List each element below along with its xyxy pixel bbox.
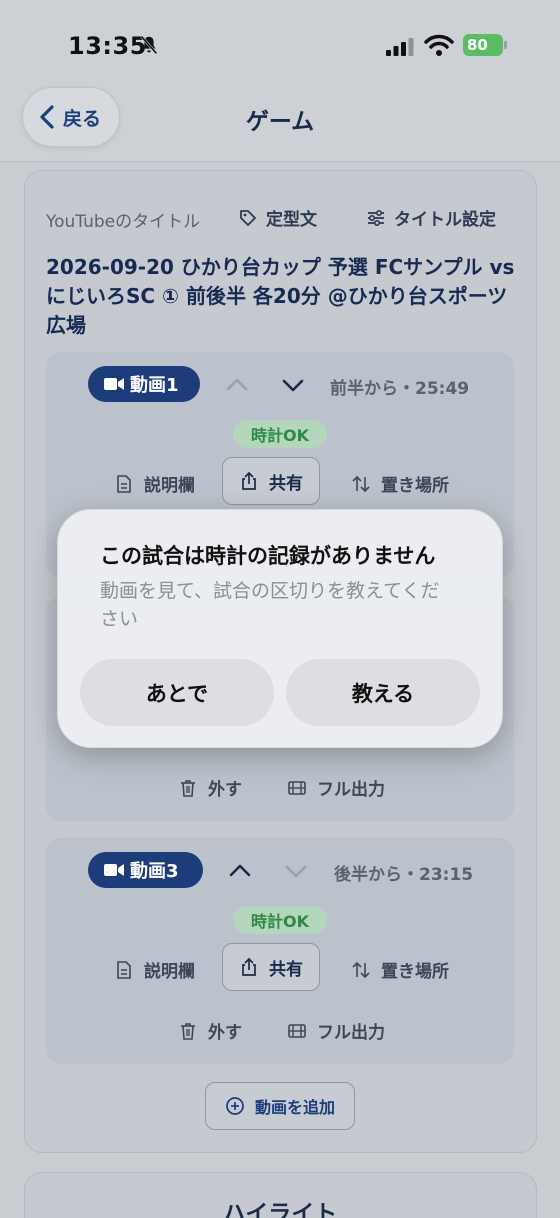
nav-bar: 戻る ゲーム [0, 84, 560, 162]
title-settings-button[interactable]: タイトル設定 [366, 205, 496, 230]
youtube-title-text: 2026-09-20 ひかり台カップ 予選 FCサンプル vs にじいろSC ①… [46, 255, 515, 337]
template-label: 定型文 [266, 210, 317, 230]
trash-icon [181, 1022, 195, 1040]
battery-level: 80 [467, 36, 488, 54]
video-3-remove-button[interactable]: 外す [178, 1018, 242, 1043]
sort-arrows-icon [352, 961, 370, 978]
dialog-title: この試合は時計の記録がありません [100, 544, 436, 568]
video-1-clock-status: 時計OK [233, 420, 327, 448]
wifi-icon [424, 34, 454, 56]
video-3-description-button[interactable]: 説明欄 [114, 957, 195, 982]
video-1-time: 前半から・25:49 [330, 379, 470, 399]
status-time: 13:35 [68, 32, 147, 60]
video-3-full-export-label: フル出力 [317, 1023, 385, 1043]
chevron-down-icon[interactable] [283, 858, 309, 884]
video-3-clock-status: 時計OK [233, 906, 327, 934]
chevron-up-icon[interactable] [227, 858, 253, 884]
film-icon [288, 1023, 306, 1038]
video-3-full-export-button[interactable]: フル出力 [287, 1018, 385, 1043]
plus-circle-icon [226, 1097, 244, 1115]
add-video-label: 動画を追加 [254, 1098, 335, 1117]
video-3-badge: 動画3 [88, 852, 203, 888]
video-camera-icon [104, 378, 124, 390]
add-video-button[interactable]: 動画を追加 [205, 1082, 355, 1130]
sliders-icon [368, 209, 384, 226]
video-1-badge: 動画1 [88, 366, 200, 402]
video-camera-icon [104, 864, 124, 876]
video-3-share-label: 共有 [269, 959, 303, 980]
video-3-share-button[interactable]: 共有 [222, 943, 320, 991]
later-button[interactable]: あとで [80, 659, 274, 726]
sort-arrows-icon [352, 475, 370, 492]
tag-icon [240, 209, 256, 226]
battery-indicator: 80 [463, 34, 503, 56]
video-3-description-label: 説明欄 [144, 962, 195, 982]
template-button[interactable]: 定型文 [238, 205, 317, 230]
video-3-badge-label: 動画3 [130, 861, 179, 882]
share-icon [242, 957, 256, 976]
video-3-remove-label: 外す [208, 1023, 242, 1043]
video-2-full-export-button[interactable]: フル出力 [287, 775, 385, 800]
dialog-message: 動画を見て、試合の区切りを教えてください [100, 580, 440, 630]
video-2-remove-button[interactable]: 外す [178, 775, 242, 800]
video-1-share-button[interactable]: 共有 [222, 457, 320, 505]
video-1-location-label: 置き場所 [381, 476, 449, 496]
battery-nub [504, 41, 507, 49]
video-2-remove-label: 外す [208, 780, 242, 800]
video-1-badge-label: 動画1 [130, 375, 179, 396]
film-icon [288, 780, 306, 795]
video-2-full-export-label: フル出力 [317, 780, 385, 800]
cellular-signal-icon [386, 38, 414, 56]
highlight-title: ハイライト [222, 1201, 338, 1218]
video-3-time: 後半から・23:15 [334, 865, 474, 885]
video-1-location-button[interactable]: 置き場所 [351, 471, 449, 496]
video-1-share-label: 共有 [269, 473, 303, 494]
trash-icon [181, 779, 195, 797]
bell-muted-icon [140, 35, 158, 55]
video-3-location-label: 置き場所 [381, 962, 449, 982]
page-title: ゲーム [245, 109, 315, 135]
share-icon [242, 471, 256, 490]
document-icon [117, 474, 131, 493]
title-settings-label: タイトル設定 [394, 210, 496, 230]
video-1-description-button[interactable]: 説明欄 [114, 471, 195, 496]
youtube-title-label: YouTubeのタイトル [46, 212, 201, 232]
video-1-description-label: 説明欄 [144, 476, 195, 496]
chevron-up-icon[interactable] [224, 372, 250, 398]
chevron-down-icon[interactable] [280, 372, 306, 398]
teach-button[interactable]: 教える [286, 659, 480, 726]
document-icon [117, 960, 131, 979]
video-3-location-button[interactable]: 置き場所 [351, 957, 449, 982]
